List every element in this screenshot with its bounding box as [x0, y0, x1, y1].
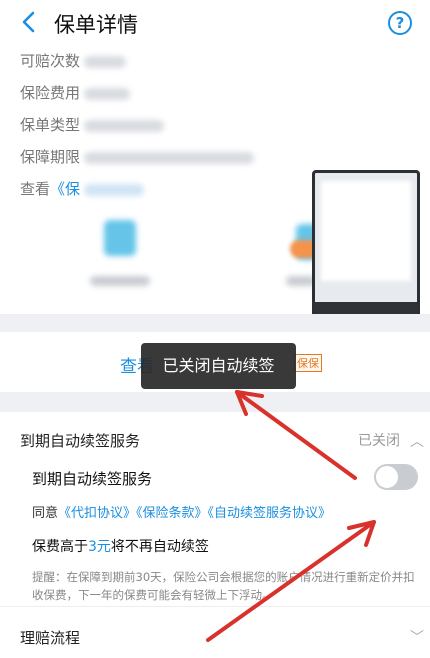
claim-process-title: 理赔流程 — [20, 629, 81, 647]
info-row: 保障期限 — [20, 146, 255, 167]
auto-renew-status[interactable]: 已关闭 — [358, 430, 400, 450]
insurance-terms-link[interactable]: 《保险条款》 — [136, 506, 208, 521]
auto-renew-toggle[interactable] — [374, 464, 418, 490]
stamp-badge: 保保 — [294, 354, 322, 372]
info-row: 可赔次数 — [20, 50, 127, 71]
toast-message: 已关闭自动续签 — [141, 343, 296, 389]
agreement-line: 同意《代扣协议》《保险条款》《自动续签服务协议》 — [32, 506, 332, 521]
claim-process-row[interactable]: 理赔流程 ﹀ — [0, 606, 430, 658]
fee-amount[interactable]: 3元 — [88, 539, 111, 555]
back-icon[interactable] — [18, 10, 40, 34]
info-row: 保单类型 — [20, 114, 165, 135]
auto-renew-switch-label: 到期自动续签服务 — [32, 470, 153, 488]
renewal-tip: 提醒：在保障到期前30天，保险公司会根据您的账户情况进行重新定价并扣收保费，下一… — [32, 570, 415, 602]
chevron-up-icon[interactable]: ︿ — [410, 431, 424, 451]
renewal-agreement-link[interactable]: 《自动续签服务协议》 — [208, 506, 332, 521]
help-icon[interactable]: ? — [388, 11, 412, 35]
auto-renew-header[interactable]: 到期自动续签服务 — [20, 430, 140, 451]
auto-renew-card: 到期自动续签服务 同意《代扣协议》《保险条款》《自动续签服务协议》 保费高于3元… — [18, 464, 418, 604]
view-terms-row[interactable]: 查看《保 — [20, 178, 145, 199]
document-icon[interactable] — [104, 220, 136, 256]
info-row: 保险费用 — [20, 82, 131, 103]
fee-threshold-line: 保费高于3元将不再自动续签 — [32, 539, 209, 555]
debit-agreement-link[interactable]: 《代扣协议》 — [58, 506, 136, 521]
chevron-down-icon: ﹀ — [410, 630, 424, 646]
page-title: 保单详情 — [54, 13, 138, 37]
floating-preview-thumbnail[interactable] — [312, 170, 420, 335]
nav-bar: 保单详情 ? — [0, 0, 430, 44]
